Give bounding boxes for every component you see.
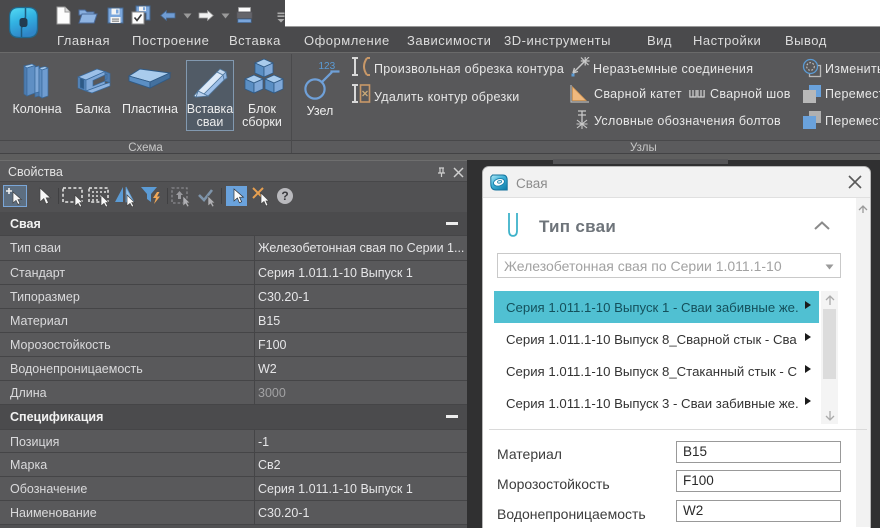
svg-text:123: 123: [319, 61, 336, 72]
svg-text:?: ?: [281, 189, 288, 203]
